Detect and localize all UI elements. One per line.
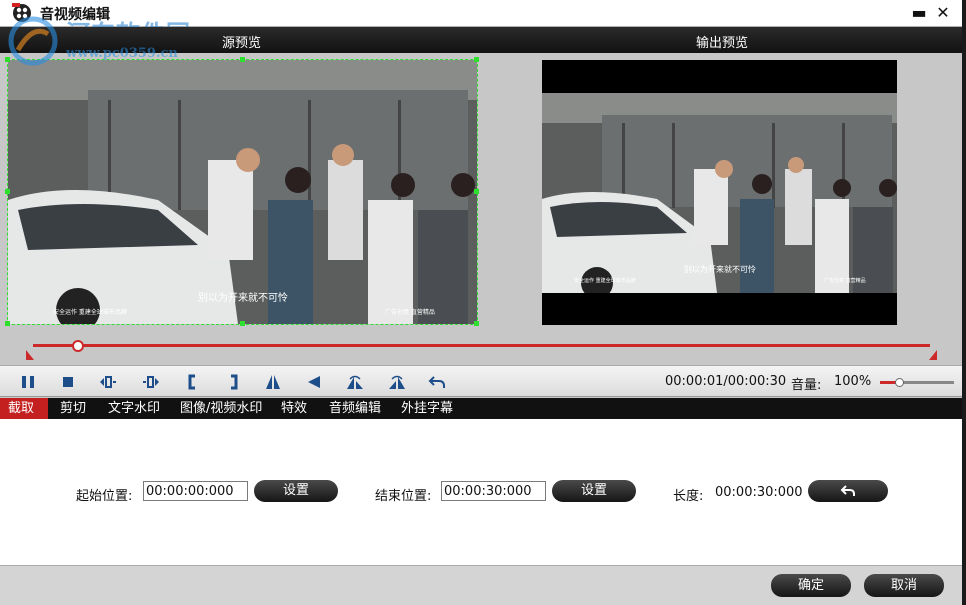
reset-undo-icon — [840, 485, 855, 496]
mirror-icon[interactable] — [346, 373, 364, 391]
output-video-image — [542, 93, 897, 293]
timeline-playhead[interactable] — [71, 340, 84, 352]
crop-handle-right[interactable] — [474, 189, 479, 194]
end-set-button[interactable]: 设置 — [552, 480, 636, 502]
output-subtitle: 别以为开来就不可怜 — [684, 265, 756, 274]
timeline[interactable] — [0, 340, 962, 365]
end-position-input[interactable] — [441, 481, 546, 501]
editor-window: 音视频编辑 河东软件园 ▬ ✕ www.pc0359.cn 源预览 输出预览 — [0, 0, 966, 605]
start-set-button[interactable]: 设置 — [254, 480, 338, 502]
preview-area: 别以为开来就不可怜 安全运作 重建全球城市品牌 广告创意 直营精品 别以为开来就… — [0, 53, 962, 343]
crop-handle-bottom-right[interactable] — [474, 321, 479, 326]
edit-tabs: 截取 剪切 文字水印 图像/视频水印 特效 音频编辑 外挂字幕 — [0, 398, 962, 419]
mark-out-icon[interactable] — [224, 373, 242, 391]
cancel-button[interactable]: 取消 — [864, 574, 944, 597]
ok-button[interactable]: 确定 — [771, 574, 851, 597]
volume-value: 100% — [834, 374, 872, 389]
pause-icon[interactable] — [19, 373, 37, 391]
mark-in-icon[interactable] — [184, 373, 202, 391]
mirror-alt-icon[interactable] — [388, 373, 406, 391]
volume-label: 音量: — [791, 378, 822, 393]
undo-icon[interactable] — [428, 373, 446, 391]
length-value: 00:00:30:000 — [715, 485, 803, 500]
reset-trim-button[interactable] — [808, 480, 888, 502]
tab-effects[interactable]: 特效 — [273, 398, 315, 419]
title-bar: 音视频编辑 河东软件园 ▬ ✕ — [0, 0, 966, 48]
watermark-logo-icon — [8, 16, 58, 66]
crop-handle-left[interactable] — [5, 189, 10, 194]
start-position-input[interactable] — [143, 481, 248, 501]
playback-controls: 00:00:01/00:00:30 音量: 100% — [0, 365, 962, 397]
flip-vertical-icon[interactable] — [264, 373, 282, 391]
output-preview-label: 输出预览 — [696, 36, 749, 51]
source-preview-label: 源预览 — [222, 36, 262, 51]
crop-handle-top[interactable] — [240, 57, 245, 62]
crop-handle-top-right[interactable] — [474, 57, 479, 62]
timeline-track[interactable] — [33, 340, 930, 352]
tab-audio-edit[interactable]: 音频编辑 — [321, 398, 389, 419]
prev-frame-icon[interactable] — [99, 373, 117, 391]
output-caption-left: 安全运作 重建全球城市品牌 — [574, 278, 636, 284]
trim-start-marker-icon[interactable] — [26, 350, 34, 360]
time-readout: 00:00:01/00:00:30 — [665, 374, 787, 389]
trim-end-marker-icon[interactable] — [929, 350, 937, 360]
tab-subtitles[interactable]: 外挂字幕 — [393, 398, 461, 419]
length-label: 长度: — [673, 489, 704, 504]
crop-handle-bottom[interactable] — [240, 321, 245, 326]
volume-knob[interactable] — [894, 378, 904, 387]
output-video-frame: 别以为开来就不可怜 安全运作 重建全球城市品牌 广告创意 直营精品 — [542, 60, 897, 325]
tab-trim[interactable]: 截取 — [0, 398, 48, 419]
minimize-icon[interactable]: ▬ — [910, 4, 928, 22]
trim-panel: 起始位置: 设置 结束位置: 设置 长度: 00:00:30:000 — [0, 419, 962, 565]
end-position-label: 结束位置: — [375, 489, 432, 504]
crop-handle-bottom-left[interactable] — [5, 321, 10, 326]
close-icon[interactable]: ✕ — [934, 4, 952, 22]
start-position-label: 起始位置: — [76, 489, 133, 504]
tab-crop[interactable]: 剪切 — [52, 398, 94, 419]
dialog-footer: 确定 取消 — [0, 565, 962, 605]
window-right-edge — [962, 0, 966, 605]
watermark-url: www.pc0359.cn — [66, 46, 178, 61]
output-caption-right: 广告创意 直营精品 — [824, 278, 866, 284]
crop-frame[interactable] — [5, 57, 479, 326]
tab-text-watermark[interactable]: 文字水印 — [100, 398, 168, 419]
next-frame-icon[interactable] — [142, 373, 160, 391]
tab-image-watermark[interactable]: 图像/视频水印 — [172, 398, 270, 419]
rotate-left-icon[interactable] — [306, 373, 324, 391]
volume-slider[interactable] — [880, 378, 954, 387]
stop-icon[interactable] — [59, 373, 77, 391]
